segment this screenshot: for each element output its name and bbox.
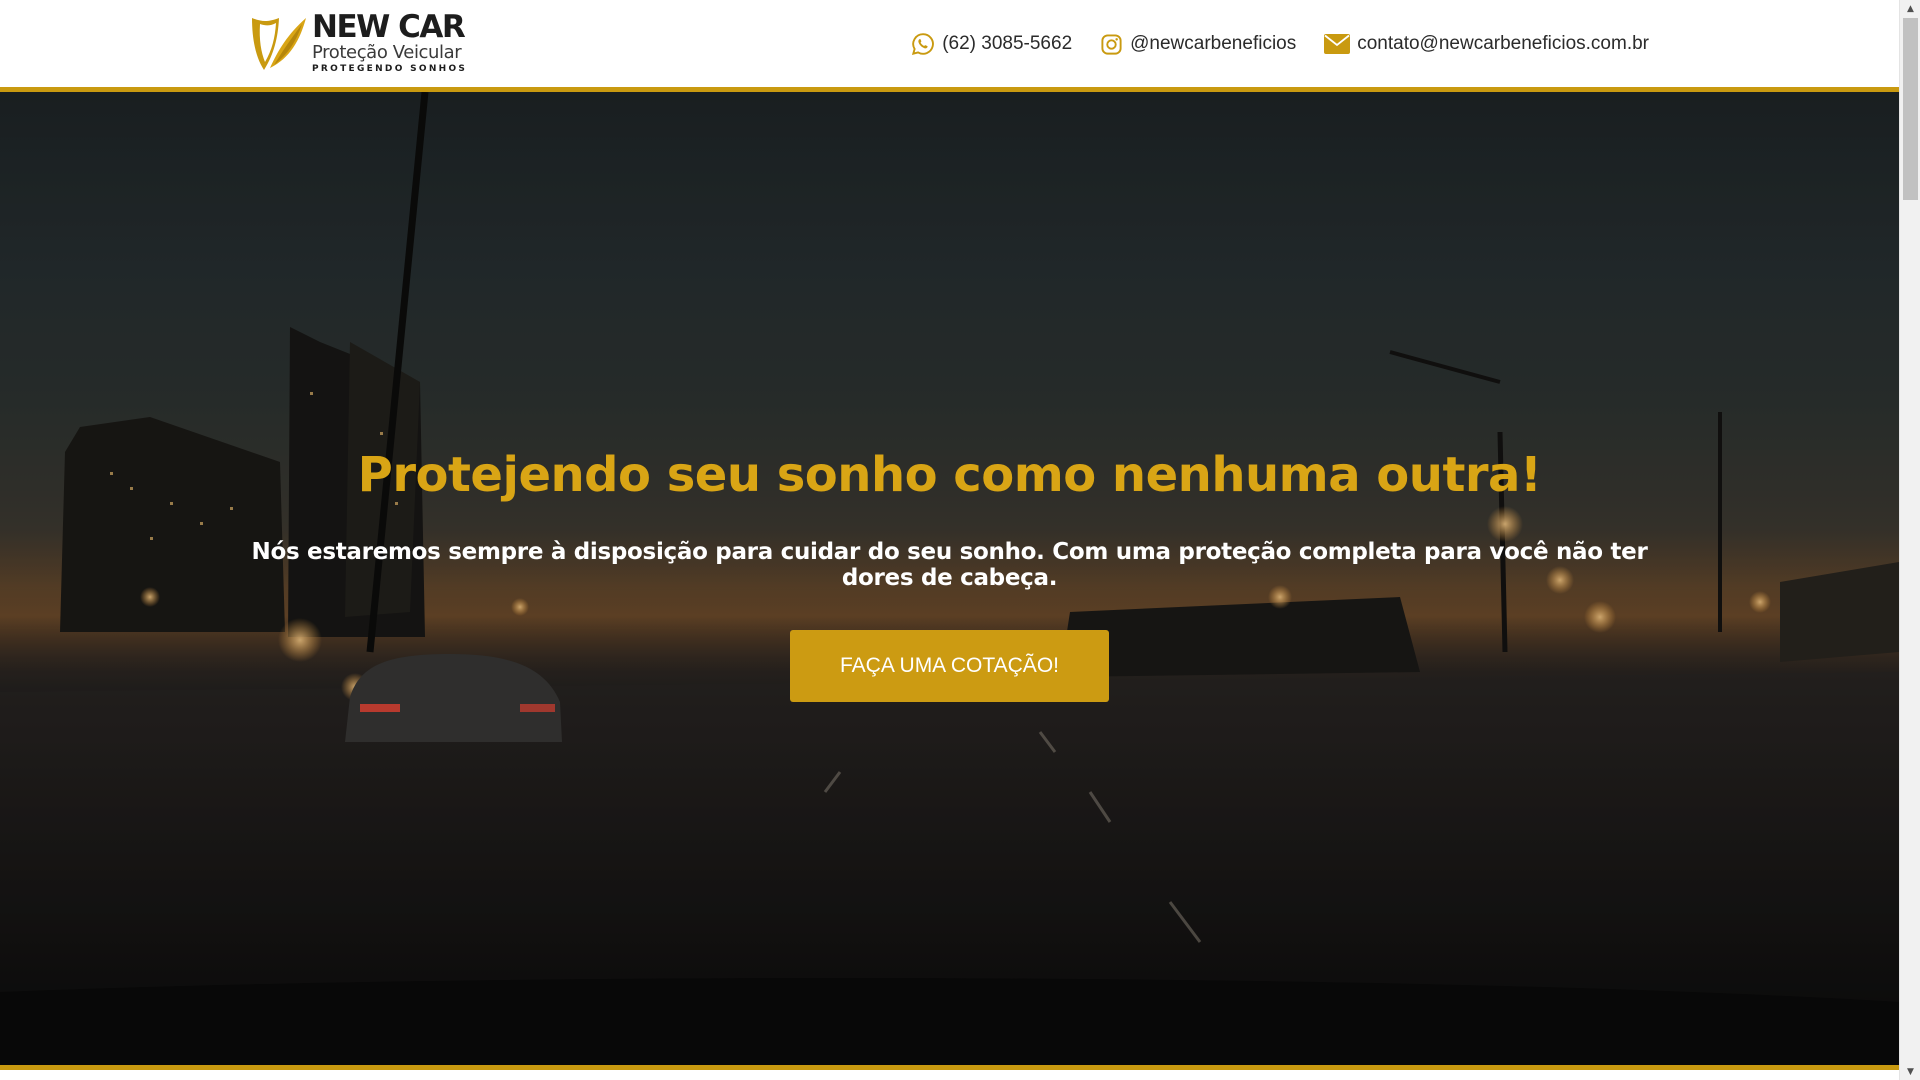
site-header: NEW CAR Proteção Veicular PROTEGENDO SON…: [0, 0, 1899, 92]
hero-title: Protejendo seu sonho como nenhuma outra!: [357, 447, 1542, 503]
logo-name: NEW CAR: [312, 9, 466, 45]
brand-logo[interactable]: NEW CAR Proteção Veicular PROTEGENDO SON…: [248, 10, 484, 76]
scroll-thumb[interactable]: [1903, 18, 1918, 200]
logo-subtitle: Proteção Veicular: [312, 42, 462, 63]
scroll-up-arrow-icon[interactable]: ▲: [1900, 0, 1920, 17]
contact-instagram[interactable]: @newcarbeneficios: [1100, 33, 1296, 56]
contact-bar: (62) 3085-5662 @newcarbeneficios contato…: [911, 28, 1649, 60]
contact-email[interactable]: contato@newcarbeneficios.com.br: [1324, 33, 1649, 55]
shield-leaf-logo-icon: [252, 18, 306, 70]
envelope-icon: [1324, 34, 1351, 54]
whatsapp-icon: [912, 33, 935, 56]
page-scrollbar[interactable]: ▲ ▼: [1899, 0, 1920, 1080]
instagram-icon: [1101, 33, 1122, 55]
hero-section: Protejendo seu sonho como nenhuma outra!…: [0, 92, 1899, 1065]
logo-text: NEW CAR Proteção Veicular PROTEGENDO SON…: [312, 12, 467, 74]
logo-tagline: PROTEGENDO SONHOS: [312, 64, 468, 74]
scroll-down-arrow-icon[interactable]: ▼: [1900, 1063, 1920, 1080]
get-quote-button[interactable]: FAÇA UMA COTAÇÃO!: [790, 630, 1109, 702]
contact-phone: (62) 3085-5662: [942, 33, 1073, 54]
contact-email-address: contato@newcarbeneficios.com.br: [1357, 33, 1649, 54]
contact-instagram-handle: @newcarbeneficios: [1130, 33, 1297, 54]
contact-whatsapp[interactable]: (62) 3085-5662: [911, 32, 1072, 56]
hero-subtitle: Nós estaremos sempre à disposição para c…: [251, 539, 1648, 591]
hero-bottom-border: [0, 1065, 1899, 1080]
